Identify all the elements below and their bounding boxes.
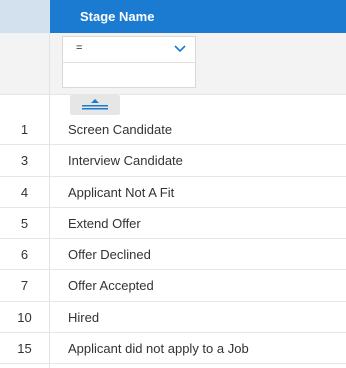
table-row[interactable]: 1 Screen Candidate — [0, 114, 346, 146]
row-id: 6 — [0, 239, 50, 270]
stage-name-cell: Hired — [68, 309, 100, 325]
filter-operator-value: = — [76, 42, 83, 54]
row-id: 15 — [0, 333, 50, 364]
filter-row-number-cell — [0, 33, 50, 94]
row-id: 3 — [0, 145, 50, 176]
filter-box: = — [62, 36, 196, 88]
sort-ascending-button[interactable] — [70, 95, 120, 115]
stage-name-cell: Offer Accepted — [68, 278, 154, 294]
row-id: 1 — [0, 114, 50, 145]
row-id: 10 — [0, 301, 50, 333]
stage-name-cell: Extend Offer — [68, 215, 141, 231]
filter-value-input[interactable] — [63, 63, 195, 87]
table-row[interactable]: 5 Extend Offer — [0, 207, 346, 240]
stage-name-filter-cell: = — [50, 33, 346, 94]
grid-header: Stage Name — [0, 0, 346, 33]
table-row[interactable]: 3 Interview Candidate — [0, 145, 346, 177]
sort-ascending-icon — [82, 99, 108, 110]
stage-name-cell: Screen Candidate — [68, 122, 173, 137]
stage-name-cell: Offer Declined — [68, 247, 151, 263]
table-row[interactable]: 10 Hired — [0, 301, 346, 334]
table-row[interactable]: 4 Applicant Not A Fit — [0, 176, 346, 208]
row-id: 4 — [0, 176, 50, 207]
table-row[interactable]: 15 Applicant did not apply to a Job — [0, 333, 346, 365]
row-id: 7 — [0, 270, 50, 301]
table-row[interactable]: 7 Offer Accepted — [0, 270, 346, 302]
filter-row: = — [0, 33, 346, 95]
stage-name-cell: Applicant Not A Fit — [68, 184, 175, 200]
row-id: 5 — [0, 207, 50, 239]
stage-name-column-header[interactable]: Stage Name — [50, 0, 346, 33]
stage-grid: Stage Name = 1 Screen Candidate 3 Interv… — [0, 0, 346, 368]
filter-operator-dropdown[interactable]: = — [63, 37, 195, 63]
table-row[interactable]: 6 Offer Declined — [0, 239, 346, 271]
stage-name-cell: Interview Candidate — [68, 153, 183, 169]
grid-rows: 1 Screen Candidate 3 Interview Candidate… — [0, 114, 346, 365]
chevron-down-icon — [174, 45, 186, 53]
row-number-header — [0, 0, 50, 33]
stage-name-cell: Applicant did not apply to a Job — [68, 341, 249, 357]
